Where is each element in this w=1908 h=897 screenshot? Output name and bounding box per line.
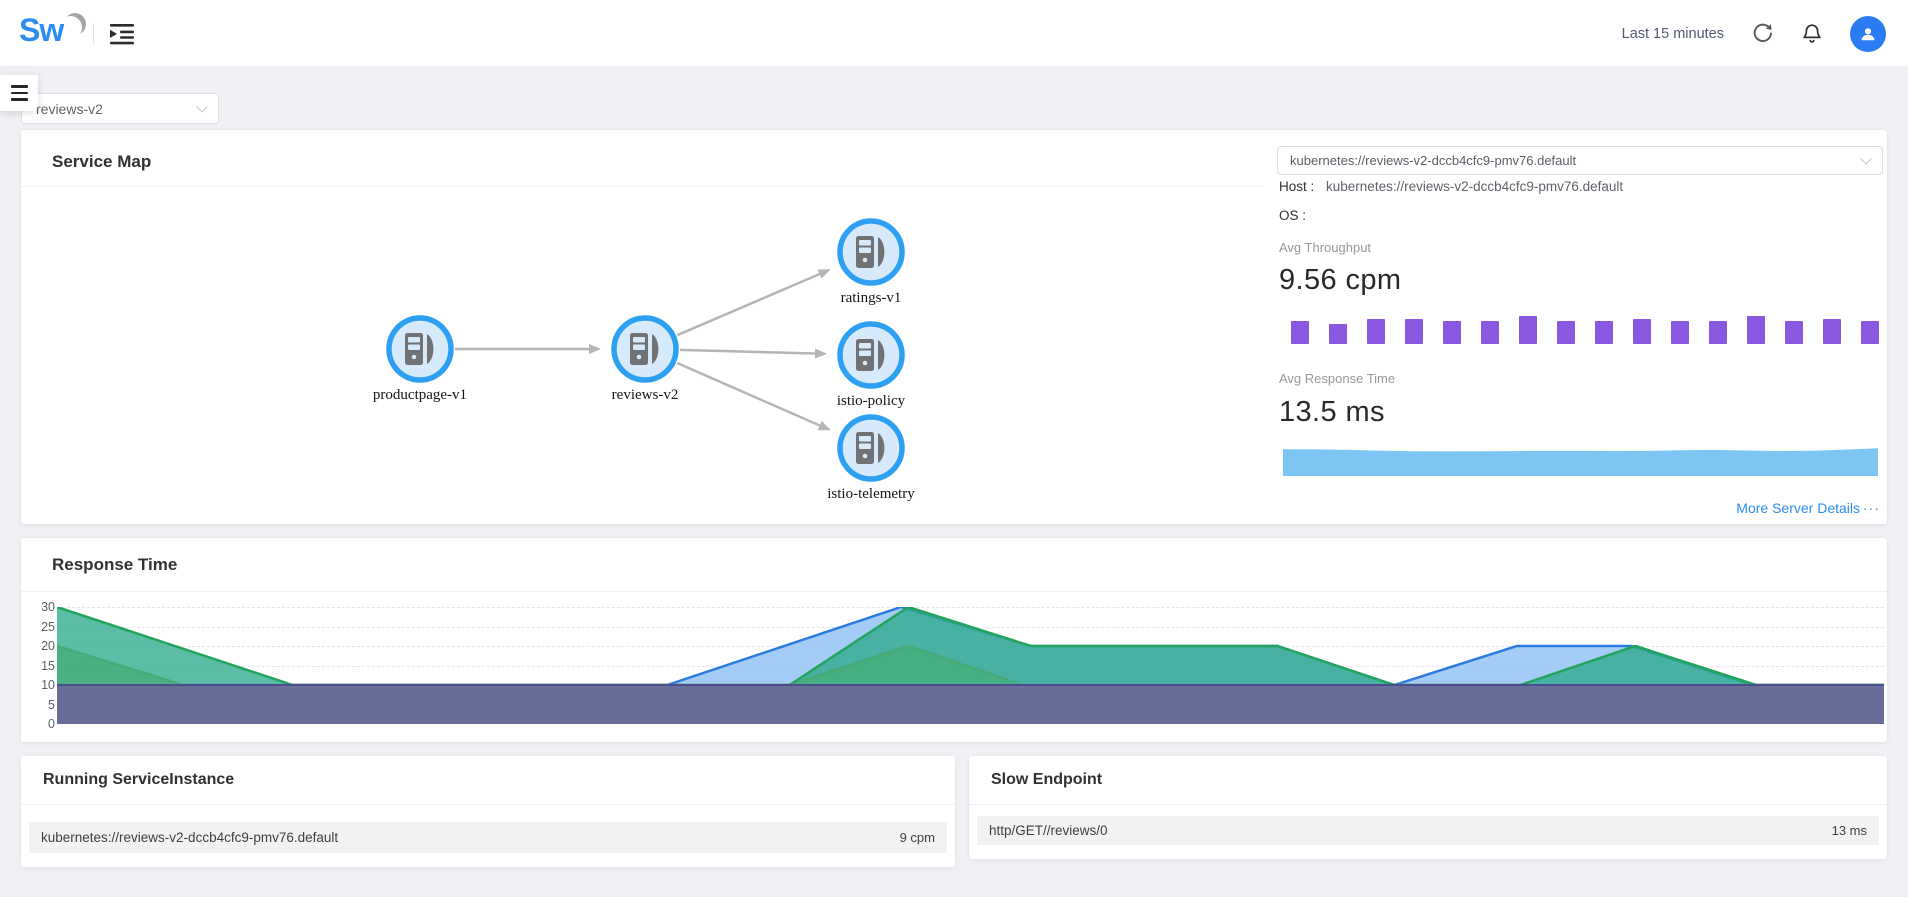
response-time-panel: Response Time 30 25 20 15 10 5 0 (21, 538, 1887, 742)
more-server-details-link[interactable]: More Server Details··· (1736, 500, 1880, 516)
topbar-divider (93, 23, 94, 44)
service-map-canvas[interactable] (21, 130, 1261, 524)
server-details-panel: kubernetes://reviews-v2-dccb4cfc9-pmv76.… (1277, 130, 1884, 524)
avg-response-label: Avg Response Time (1279, 371, 1395, 386)
throughput-bar (1709, 321, 1727, 344)
throughput-bar (1367, 319, 1385, 344)
slow-endpoint-title: Slow Endpoint (991, 771, 1102, 789)
instance-name: kubernetes://reviews-v2-dccb4cfc9-pmv76.… (41, 830, 900, 845)
ellipsis: ··· (1863, 500, 1880, 516)
throughput-bar (1633, 319, 1651, 344)
running-instance-panel: Running ServiceInstance kubernetes://rev… (21, 756, 955, 867)
avg-response-value: 13.5 ms (1279, 396, 1385, 429)
service-node-productpage-v1[interactable] (389, 318, 451, 380)
host-value: kubernetes://reviews-v2-dccb4cfc9-pmv76.… (1326, 179, 1623, 194)
endpoint-latency: 13 ms (1832, 823, 1867, 838)
yaxis-tick-label: 5 (25, 698, 55, 712)
throughput-bar (1861, 321, 1879, 344)
instance-selector-value: kubernetes://reviews-v2-dccb4cfc9-pmv76.… (1290, 153, 1576, 168)
time-range-selector[interactable]: Last 15 minutes (1622, 26, 1724, 42)
logo-swoosh-icon (61, 12, 89, 40)
response-time-yaxis: 30 25 20 15 10 5 0 (25, 538, 55, 742)
yaxis-tick-label: 30 (25, 600, 55, 614)
service-selector[interactable]: reviews-v2 (21, 93, 219, 124)
throughput-bar (1595, 321, 1613, 344)
yaxis-tick-label: 0 (25, 717, 55, 731)
endpoint-name: http/GET//reviews/0 (989, 823, 1832, 838)
avg-response-spark-chart (1283, 446, 1878, 476)
throughput-label: Avg Throughput (1279, 240, 1371, 255)
service-node-istio-policy[interactable] (840, 324, 902, 386)
yaxis-tick-label: 15 (25, 659, 55, 673)
logo-text: Sw (19, 12, 63, 49)
hamburger-icon (11, 85, 28, 88)
instance-row[interactable]: kubernetes://reviews-v2-dccb4cfc9-pmv76.… (29, 822, 947, 853)
service-map-edge (680, 350, 825, 354)
yaxis-tick-label: 10 (25, 678, 55, 692)
service-map-panel: Service Map kubernetes://reviews-v2-dccb… (21, 130, 1887, 524)
throughput-bar (1405, 319, 1423, 344)
service-node-label: ratings-v1 (781, 290, 961, 307)
notifications-bell-icon[interactable] (1800, 22, 1824, 46)
endpoint-row[interactable]: http/GET//reviews/0 13 ms (977, 816, 1879, 845)
throughput-value: 9.56 cpm (1279, 264, 1402, 297)
service-node-istio-telemetry[interactable] (840, 417, 902, 479)
host-row: Host : kubernetes://reviews-v2-dccb4cfc9… (1279, 179, 1623, 194)
app-topbar: Sw Last 15 minutes (0, 0, 1908, 67)
service-node-label: productpage-v1 (330, 387, 510, 404)
service-node-label: istio-telemetry (781, 486, 961, 503)
yaxis-tick-label: 25 (25, 620, 55, 634)
response-time-chart[interactable] (57, 607, 1884, 724)
service-node-reviews-v2[interactable] (614, 318, 676, 380)
throughput-bar (1481, 321, 1499, 344)
panel-divider (969, 804, 1887, 805)
avg-response-area (1283, 448, 1878, 476)
slow-endpoint-panel: Slow Endpoint http/GET//reviews/0 13 ms (969, 756, 1887, 859)
running-instance-title: Running ServiceInstance (43, 771, 234, 789)
host-label: Host : (1279, 179, 1314, 194)
response-time-title: Response Time (52, 555, 177, 575)
os-label: OS : (1279, 208, 1306, 223)
throughput-bar (1557, 321, 1575, 344)
throughput-bar (1443, 321, 1461, 344)
sidebar-toggle-button[interactable] (0, 75, 38, 111)
yaxis-tick-label: 20 (25, 639, 55, 653)
instance-selector[interactable]: kubernetes://reviews-v2-dccb4cfc9-pmv76.… (1277, 146, 1883, 175)
throughput-bar (1519, 316, 1537, 344)
throughput-bar (1291, 321, 1309, 344)
throughput-bar (1823, 319, 1841, 344)
service-node-label: istio-policy (781, 393, 961, 410)
skywalking-logo[interactable]: Sw (19, 10, 95, 56)
chevron-down-icon (1860, 153, 1871, 164)
instance-throughput: 9 cpm (900, 830, 935, 845)
topbar-right-cluster: Last 15 minutes (1622, 0, 1886, 67)
user-avatar[interactable] (1850, 16, 1886, 52)
service-node-ratings-v1[interactable] (840, 221, 902, 283)
panel-divider (21, 804, 955, 805)
panel-divider (21, 591, 1887, 592)
os-row: OS : (1279, 208, 1314, 223)
throughput-bar (1785, 321, 1803, 344)
throughput-bar-chart (1291, 315, 1879, 344)
refresh-icon[interactable] (1750, 22, 1774, 46)
throughput-bar (1671, 321, 1689, 344)
service-node-label: reviews-v2 (555, 387, 735, 404)
throughput-bar (1747, 316, 1765, 344)
throughput-bar (1329, 324, 1347, 344)
collapse-menu-icon[interactable] (110, 23, 134, 45)
service-selector-value: reviews-v2 (36, 101, 103, 117)
chevron-down-icon (196, 101, 207, 112)
purple-band-series-area (57, 685, 1884, 724)
